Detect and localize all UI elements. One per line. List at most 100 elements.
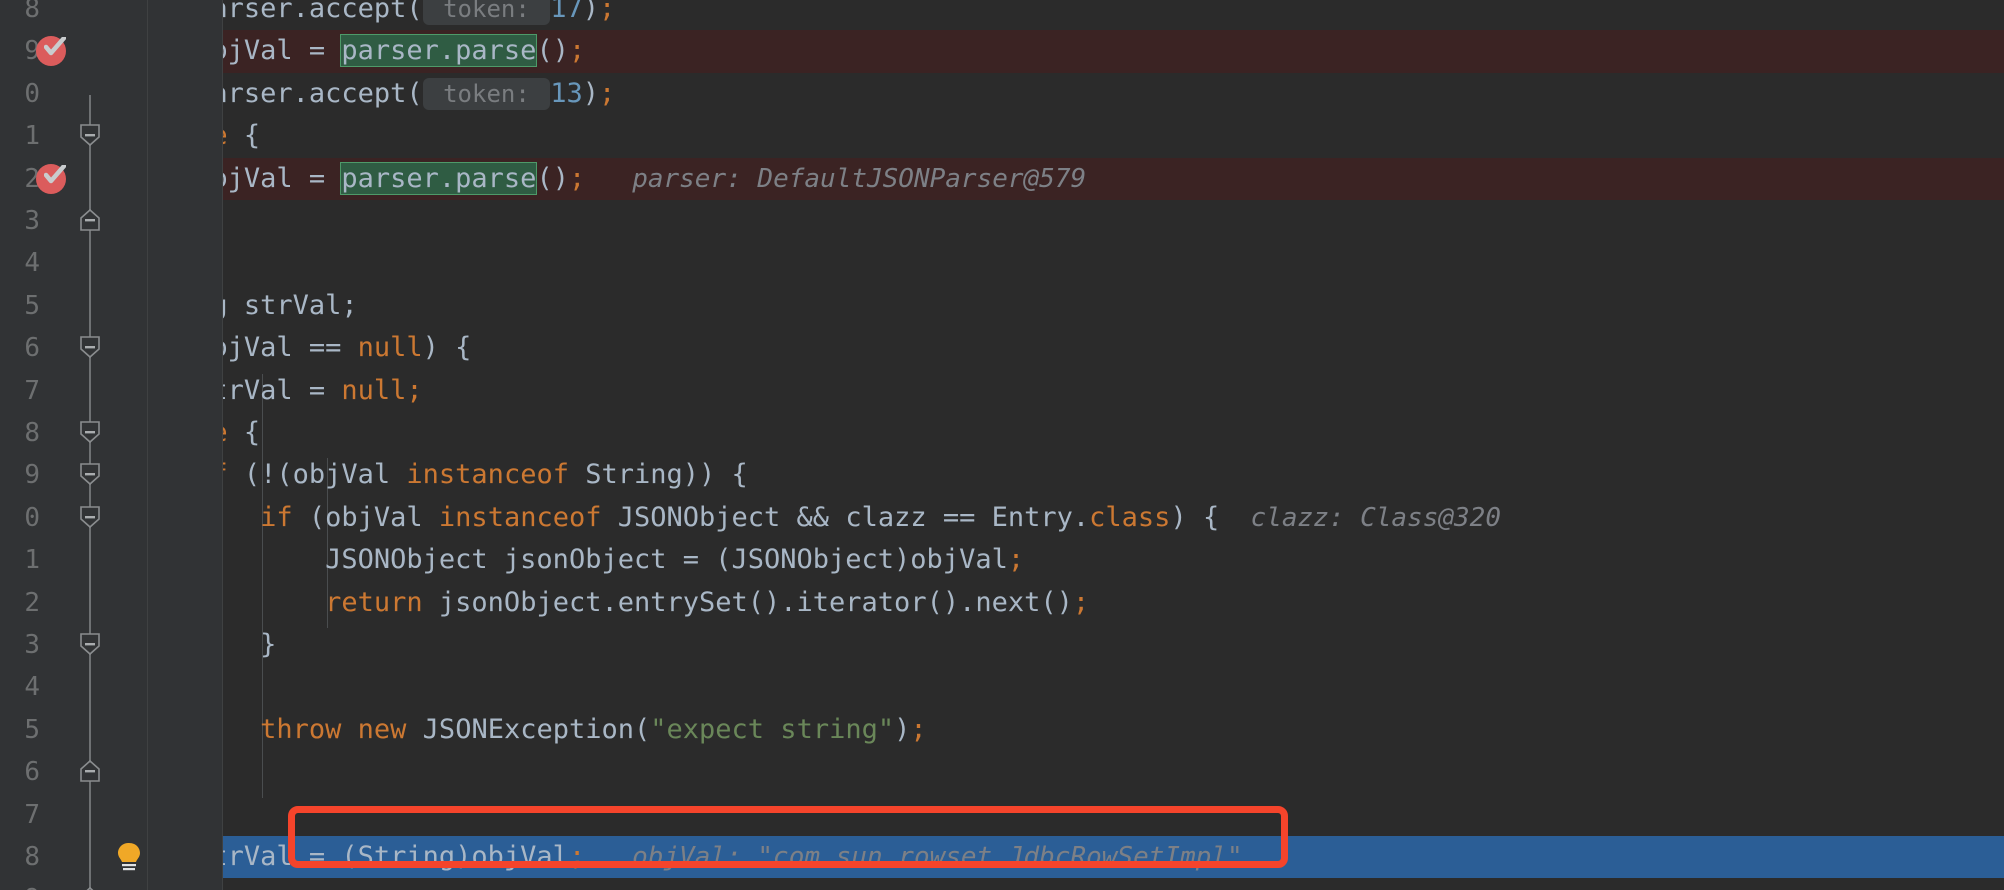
- code-line[interactable]: if (!(objVal instanceof String)) {: [0, 454, 748, 496]
- code-text: objVal =: [0, 35, 342, 67]
- row-background: [0, 751, 2004, 793]
- code-fold-collapse-icon[interactable]: [79, 759, 101, 783]
- intention-bulb-icon[interactable]: [116, 842, 142, 874]
- code-keyword: null: [341, 374, 407, 406]
- code-line[interactable]: objVal = parser.parse(); parser: Default…: [0, 158, 1086, 200]
- code-text: String strVal;: [0, 289, 358, 321]
- code-line[interactable]: }: [0, 878, 146, 890]
- code-keyword: instanceof: [438, 501, 602, 533]
- code-keyword: instanceof: [406, 459, 569, 491]
- code-text: ) {: [422, 332, 472, 364]
- code-text: parser.accept(: [0, 77, 423, 109]
- code-line[interactable]: }: [0, 751, 211, 793]
- code-text: ;: [599, 77, 616, 109]
- code-line[interactable]: if (objVal == null) {: [0, 327, 471, 369]
- editor-row[interactable]: [0, 794, 2004, 836]
- code-keyword: class: [1089, 501, 1171, 533]
- code-text: ): [582, 0, 600, 24]
- editor-row[interactable]: [0, 200, 2004, 242]
- row-background: [0, 115, 2004, 157]
- code-text: {: [227, 120, 261, 152]
- row-background: [0, 878, 2004, 890]
- code-text: strVal =: [0, 374, 342, 406]
- code-line[interactable]: parser.accept( token: 13);: [0, 73, 615, 115]
- code-keyword: new: [357, 713, 407, 745]
- code-fold-collapse-icon[interactable]: [79, 335, 101, 359]
- row-background: [0, 624, 2004, 666]
- code-text: JSONException(: [406, 713, 651, 745]
- code-keyword: else: [162, 120, 228, 152]
- editor-row[interactable]: [0, 242, 2004, 284]
- code-line[interactable]: strVal = null;: [0, 370, 423, 412]
- code-keyword: throw: [260, 713, 342, 745]
- code-text: ;: [1072, 586, 1090, 618]
- code-line[interactable]: parser.accept( token: 17);: [0, 0, 615, 30]
- editor-row[interactable]: [0, 666, 2004, 708]
- row-background: [0, 200, 2004, 242]
- code-text: String)) {: [568, 459, 748, 491]
- code-line[interactable]: }: [0, 200, 146, 242]
- code-number: 17: [550, 0, 583, 24]
- code-line[interactable]: return jsonObject.entrySet().iterator().…: [0, 582, 1089, 624]
- gutter-separator-1: [222, 0, 223, 890]
- code-text: JSONObject && clazz == Entry.: [601, 501, 1090, 533]
- code-text: (): [536, 35, 569, 67]
- row-background: [0, 242, 2004, 284]
- code-text: }: [0, 629, 277, 660]
- code-keyword: return: [325, 586, 423, 618]
- code-text: ;: [1007, 544, 1025, 576]
- code-text: JSONObject jsonObject = (JSONObject)objV…: [0, 544, 1008, 576]
- code-text: ;: [568, 35, 586, 67]
- code-text: ) {: [1170, 501, 1220, 533]
- editor-row[interactable]: [0, 624, 2004, 666]
- code-fold-collapse-icon[interactable]: [79, 420, 101, 444]
- row-background: [0, 666, 2004, 708]
- parameter-name-hint: token:: [422, 77, 551, 110]
- code-fold-collapse-icon[interactable]: [79, 208, 101, 232]
- code-text: ): [582, 77, 600, 109]
- code-line[interactable]: if (objVal instanceof JSONObject && claz…: [0, 497, 1501, 539]
- code-text: objVal =: [0, 162, 342, 194]
- editor-row[interactable]: [0, 412, 2004, 454]
- editor-row[interactable]: [0, 751, 2004, 793]
- code-line[interactable]: String strVal;: [0, 285, 358, 327]
- code-editor[interactable]: parser.accept( token: 17); objVal = pars…: [0, 0, 2004, 890]
- row-background: [0, 412, 2004, 454]
- debugger-value-hint: objVal: "com.sun.rowset.JdbcRowSetImpl": [585, 842, 1243, 872]
- code-text: parser.accept(: [0, 0, 423, 24]
- parameter-name-hint: token:: [422, 0, 551, 25]
- code-text: ): [894, 713, 911, 745]
- code-fold-collapse-icon[interactable]: [79, 886, 101, 890]
- code-line[interactable]: }: [0, 624, 276, 666]
- code-line[interactable]: throw new JSONException("expect string")…: [0, 709, 927, 751]
- code-text: strVal = (String)objVal: [0, 841, 569, 872]
- editor-row[interactable]: [0, 878, 2004, 890]
- code-fold-collapse-icon[interactable]: [79, 123, 101, 147]
- code-text: (objVal: [292, 501, 439, 533]
- debugger-value-hint: clazz: Class@320: [1219, 502, 1501, 533]
- code-text: ;: [568, 162, 586, 194]
- row-background: [0, 794, 2004, 836]
- debugger-value-hint: parser: DefaultJSONParser@579: [585, 163, 1087, 194]
- code-line[interactable]: JSONObject jsonObject = (JSONObject)objV…: [0, 539, 1024, 581]
- code-line[interactable]: strVal = (String)objVal; objVal: "com.su…: [0, 836, 1243, 878]
- code-text: ;: [910, 713, 927, 745]
- code-string: "expect string": [650, 713, 895, 745]
- code-text: (objVal ==: [162, 332, 358, 364]
- code-keyword: if: [260, 501, 293, 533]
- code-fold-collapse-icon[interactable]: [79, 505, 101, 529]
- code-text: }: [0, 205, 147, 236]
- code-number: 13: [550, 77, 583, 109]
- code-fold-collapse-icon[interactable]: [79, 462, 101, 486]
- code-keyword: else: [162, 417, 228, 448]
- code-text: }: [0, 756, 212, 788]
- code-text: ;: [406, 374, 423, 406]
- code-line[interactable]: objVal = parser.parse();: [0, 30, 585, 72]
- code-text: ;: [599, 0, 616, 24]
- code-fold-collapse-icon[interactable]: [79, 632, 101, 656]
- search-match-highlight: parser.parse: [340, 161, 538, 195]
- editor-row[interactable]: [0, 115, 2004, 157]
- code-text: ;: [568, 841, 586, 872]
